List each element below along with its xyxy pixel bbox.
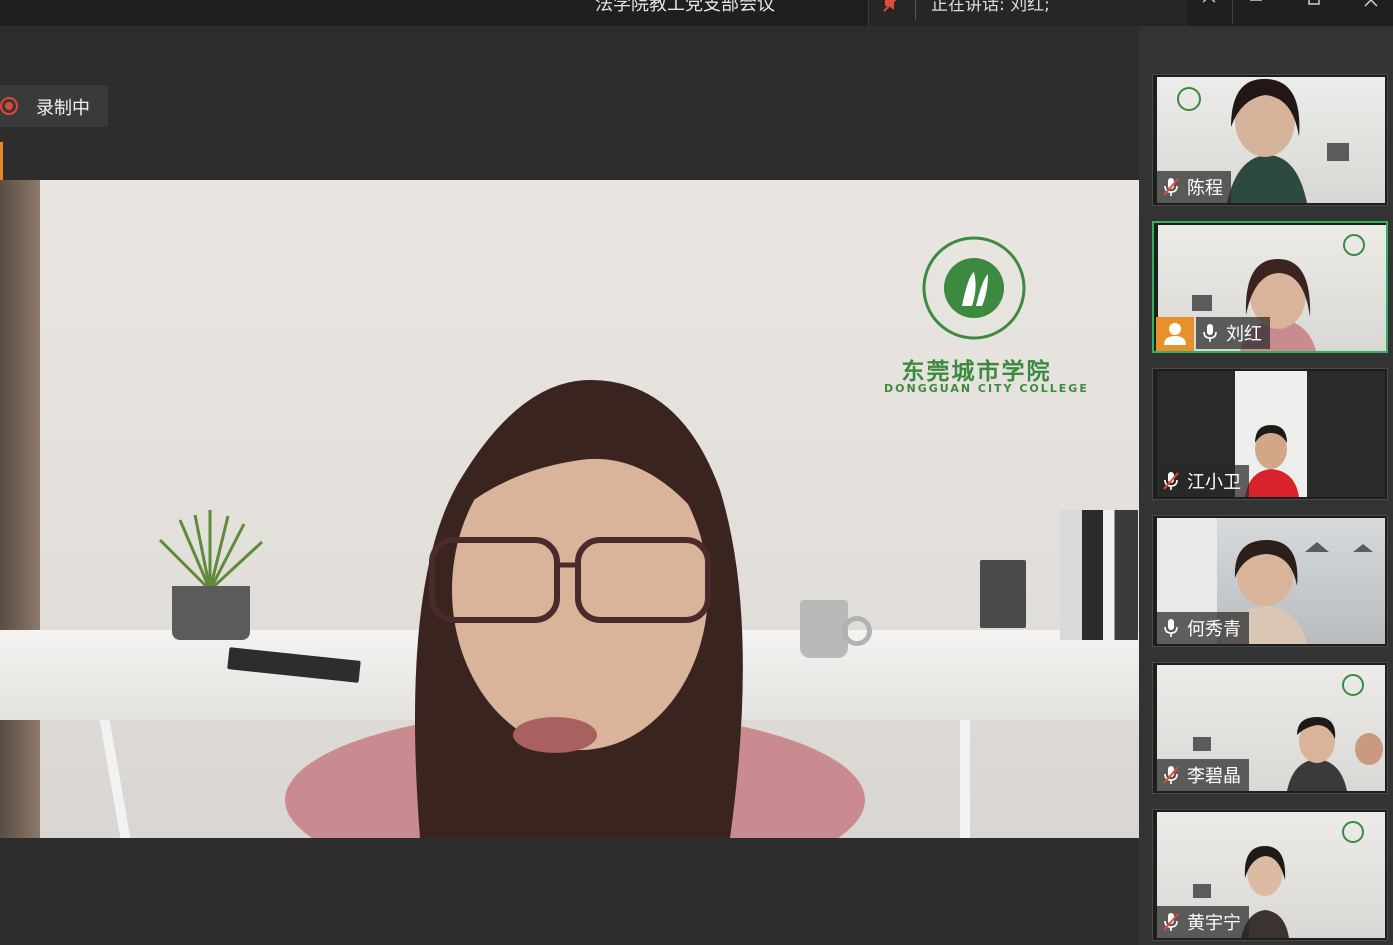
mic-muted-icon <box>1163 766 1179 784</box>
close-button[interactable] <box>1349 0 1393 26</box>
participant-name: 陈程 <box>1187 178 1223 199</box>
participant-name: 黄宇宁 <box>1187 913 1241 934</box>
bookshelf <box>0 180 40 838</box>
logo-chinese-name: 东莞城市学院 <box>901 359 1052 385</box>
mic-icon <box>1164 619 1178 637</box>
participant-name: 刘红 <box>1226 324 1262 345</box>
speaker-figure <box>285 380 865 838</box>
recording-label: 录制中 <box>36 98 90 119</box>
participant-label: 陈程 <box>1157 171 1231 203</box>
participant-tile[interactable]: 李碧晶 <box>1152 662 1388 794</box>
host-icon <box>1164 323 1186 345</box>
side-handle[interactable] <box>0 142 3 184</box>
speaker-muted-icon <box>883 0 897 12</box>
speaking-indicator: 正在讲话: 刘红; <box>868 0 1187 26</box>
desk-leg <box>960 720 970 838</box>
desk-leg <box>99 720 131 838</box>
logo-english-name: DONGGUAN CITY COLLEGE <box>884 382 1089 395</box>
participant-tile[interactable]: 江小卫 <box>1152 368 1388 500</box>
collapse-button[interactable] <box>1186 0 1230 26</box>
main-stage: 录制中 东莞城市学院 DONGGUAN CITY COLLEGE <box>0 26 1139 945</box>
speaking-label: 正在讲话: 刘红; <box>931 0 1050 15</box>
books <box>1060 510 1138 640</box>
close-icon <box>1364 0 1378 7</box>
participant-tile[interactable]: 黄宇宁 <box>1152 809 1388 941</box>
active-speaker-video[interactable]: 东莞城市学院 DONGGUAN CITY COLLEGE <box>0 180 1139 838</box>
meeting-title: 法学院教工党支部会议 <box>595 0 775 15</box>
divider <box>1232 0 1233 24</box>
restore-icon <box>1308 0 1320 5</box>
minimize-icon <box>1250 0 1262 1</box>
minimize-button[interactable] <box>1234 0 1278 26</box>
participant-name: 何秀青 <box>1187 619 1241 640</box>
recording-badge[interactable]: 录制中 <box>0 85 108 127</box>
mic-muted-icon <box>1163 178 1179 196</box>
divider <box>915 0 916 20</box>
participant-tile[interactable]: 何秀青 <box>1152 515 1388 647</box>
college-logo: 东莞城市学院 DONGGUAN CITY COLLEGE <box>884 236 1089 396</box>
pencil-cup <box>980 560 1026 628</box>
title-bar: 法学院教工党支部会议 正在讲话: 刘红; <box>0 0 1393 26</box>
restore-button[interactable] <box>1292 0 1336 26</box>
participant-sidebar: 陈程 刘红 江小卫 何秀青 李碧晶 黄宇宁 <box>1139 26 1393 945</box>
chevrons-icon <box>1202 0 1216 3</box>
college-emblem-icon <box>922 236 1026 340</box>
participant-label: 刘红 <box>1196 317 1270 349</box>
plant-pot <box>172 586 250 640</box>
record-icon <box>0 97 18 115</box>
participant-name: 江小卫 <box>1187 472 1241 493</box>
participant-tile-active[interactable]: 刘红 <box>1152 221 1388 353</box>
participant-label: 黄宇宁 <box>1157 906 1249 938</box>
participant-tile[interactable]: 陈程 <box>1152 74 1388 206</box>
mic-muted-icon <box>1163 913 1179 931</box>
participant-name: 李碧晶 <box>1187 766 1241 787</box>
mic-icon <box>1203 324 1217 342</box>
participant-label: 何秀青 <box>1157 612 1249 644</box>
mic-muted-icon <box>1163 472 1179 490</box>
participant-label: 江小卫 <box>1157 465 1249 497</box>
plant-icon <box>158 510 264 590</box>
participant-label: 李碧晶 <box>1157 759 1249 791</box>
more-options-icon[interactable] <box>1376 327 1382 347</box>
host-badge <box>1156 317 1194 351</box>
